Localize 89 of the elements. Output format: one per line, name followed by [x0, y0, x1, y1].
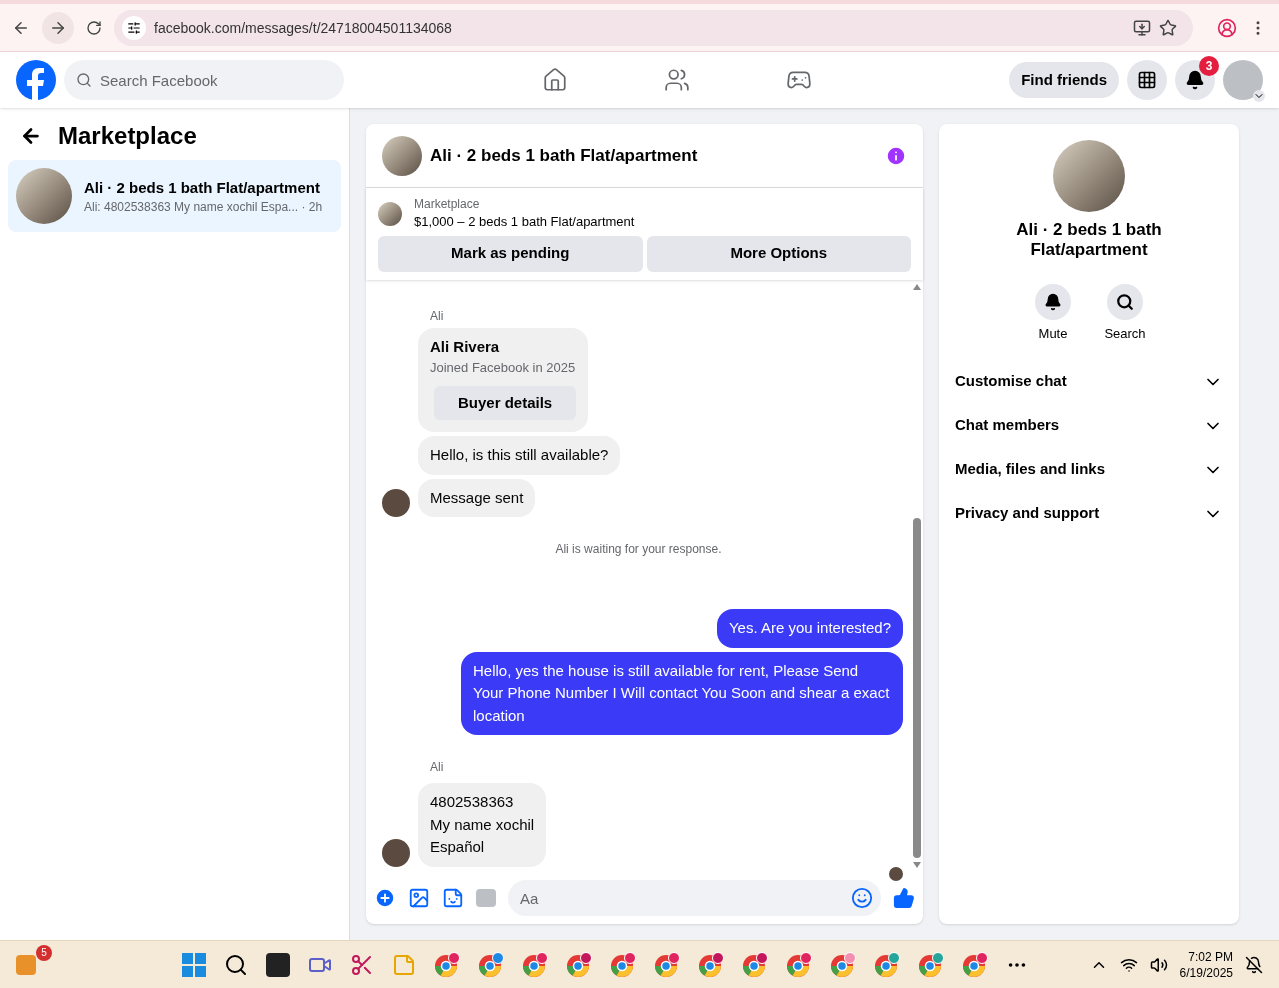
bell-icon — [1044, 293, 1062, 311]
profile-subtitle: Joined Facebook in 2025 — [430, 359, 577, 377]
notification-center-icon[interactable] — [1245, 955, 1263, 974]
friends-icon[interactable] — [663, 67, 690, 93]
outgoing-message: Hello, yes the house is still available for rent, Please Send Your Phone Number I Will contact You Soon and shear a exact location — [461, 651, 903, 735]
sticker-icon[interactable] — [442, 887, 464, 909]
start-icon[interactable] — [181, 952, 206, 977]
url-text: facebook.com/messages/t/24718004501134068 — [154, 18, 452, 38]
grid-icon — [1137, 70, 1157, 90]
emoji-icon[interactable] — [851, 887, 873, 909]
incoming-message: Hello, is this still available? — [418, 436, 621, 475]
browser-icon[interactable] — [697, 951, 724, 978]
clock-date[interactable]: 6/19/2025 — [1179, 964, 1233, 981]
search-field[interactable]: Search Facebook — [64, 60, 344, 100]
profile-icon[interactable] — [1217, 17, 1237, 38]
mute-button[interactable] — [1035, 284, 1071, 320]
browser-icon[interactable] — [873, 951, 900, 978]
task-view-icon[interactable] — [265, 952, 290, 977]
plus-icon[interactable] — [374, 887, 396, 909]
clock-time[interactable]: 7:02 PM — [1188, 948, 1233, 965]
browser-icon[interactable] — [741, 951, 768, 978]
search-icon — [76, 72, 92, 88]
details-title: Ali · 2 beds 1 bath Flat/apartment — [1015, 220, 1163, 260]
details-section-row[interactable]: Media, files and links — [955, 447, 1223, 492]
info-icon[interactable] — [885, 144, 907, 167]
browser-icon[interactable] — [565, 951, 592, 978]
back-icon[interactable] — [20, 125, 42, 147]
browser-icon[interactable] — [521, 951, 548, 978]
chevron-down-icon — [1253, 90, 1265, 102]
photo-icon[interactable] — [408, 887, 430, 909]
message-field[interactable]: Aa — [508, 880, 881, 916]
browser-icon[interactable] — [609, 951, 636, 978]
home-icon[interactable] — [541, 67, 568, 93]
profile-name: Ali Rivera — [430, 336, 501, 357]
scrollbar-thumb[interactable] — [913, 518, 921, 858]
browser-icon[interactable] — [433, 951, 460, 978]
listing-action-button[interactable]: More Options — [646, 235, 911, 272]
action-label: Search — [1103, 325, 1147, 343]
widget-badge: 5 — [36, 944, 52, 961]
install-icon[interactable] — [1133, 18, 1151, 37]
sidebar-title: Marketplace — [58, 121, 197, 151]
avatar — [382, 489, 410, 517]
browser-icon[interactable] — [961, 951, 988, 978]
sender-name: Ali — [430, 307, 445, 324]
details-section-row[interactable]: Chat members — [955, 403, 1223, 448]
find-friends-button[interactable]: Find friends — [1009, 62, 1119, 98]
browser-icon[interactable] — [785, 951, 812, 978]
like-icon[interactable] — [893, 887, 915, 909]
conversation-title: Ali · 2 beds 1 bath Flat/apartment — [84, 177, 321, 198]
browser-icon[interactable] — [653, 951, 680, 978]
menu-button[interactable] — [1127, 60, 1167, 100]
scissors-icon[interactable] — [349, 952, 374, 977]
incoming-message: 4802538363 My name xochil Español — [418, 783, 547, 867]
details-section-row[interactable]: Customise chat — [955, 359, 1223, 404]
address-bar[interactable]: facebook.com/messages/t/24718004501134068 — [114, 9, 1193, 46]
buyer-details-button[interactable]: Buyer details — [434, 385, 577, 420]
scroll-down-arrow-icon[interactable] — [913, 862, 921, 868]
listing-label: Marketplace — [414, 196, 481, 212]
reload-icon[interactable] — [86, 19, 102, 36]
details-section-row[interactable]: Privacy and support — [955, 491, 1223, 536]
search-icon[interactable] — [223, 952, 248, 977]
conversation-preview: Ali: 4802538363 My name xochil Espa... · 2h — [84, 199, 323, 216]
browser-icon[interactable] — [917, 951, 944, 978]
notification-badge: 3 — [1199, 56, 1219, 76]
photo-placeholder — [378, 201, 402, 226]
search-button[interactable] — [1107, 284, 1143, 320]
forward-button[interactable] — [42, 11, 74, 44]
outgoing-message: Yes. Are you interested? — [716, 609, 903, 648]
bell-icon — [1185, 70, 1205, 90]
bookmark-star-icon[interactable] — [1159, 18, 1177, 37]
action-label: Mute — [1037, 325, 1069, 343]
listing-action-button[interactable]: Mark as pending — [378, 235, 643, 272]
conversation-item[interactable]: Ali · 2 beds 1 bath Flat/apartment Ali: 4802538363 My name xochil Espa... · 2h — [8, 160, 341, 232]
chat-title: Ali · 2 beds 1 bath Flat/apartment — [430, 144, 699, 167]
sender-name: Ali — [430, 759, 445, 775]
speaker-icon[interactable] — [1149, 955, 1168, 974]
status-text: Ali is waiting for your response. — [554, 541, 723, 558]
browser-icon[interactable] — [829, 951, 856, 978]
photo-placeholder — [382, 135, 422, 176]
scroll-up-arrow-icon[interactable] — [913, 283, 921, 290]
avatar — [382, 838, 410, 867]
facebook-logo-icon[interactable] — [16, 60, 56, 100]
photo-placeholder — [16, 168, 72, 224]
listing-text: $1,000 – 2 beds 1 bath Flat/apartment — [414, 213, 635, 231]
incoming-message: Message sent — [418, 478, 536, 517]
browser-icon[interactable] — [477, 951, 504, 978]
site-settings-icon[interactable] — [127, 20, 141, 35]
read-receipt-avatar — [889, 866, 903, 881]
search-icon — [1116, 293, 1134, 311]
